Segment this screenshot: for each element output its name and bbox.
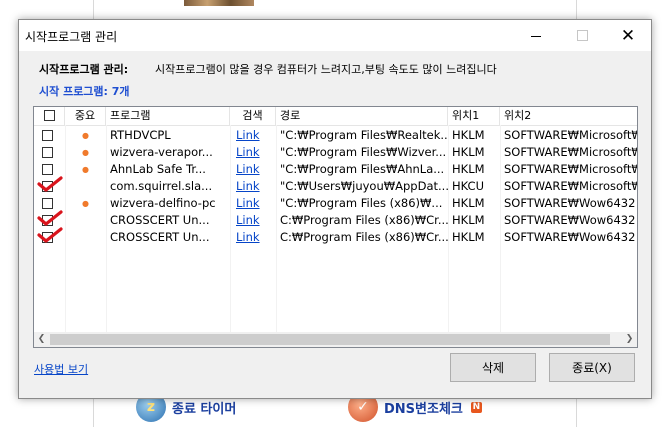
search-link[interactable]: Link	[230, 229, 276, 246]
window-close-button[interactable]: ✕	[605, 20, 651, 51]
dns-check-label: DNS변조체크	[384, 401, 463, 417]
table-row[interactable]: CROSSCERT Un... Link C:₩Program Files (x86…	[34, 227, 637, 246]
path-cell: "C:₩Users₩juyou₩AppDat...	[280, 179, 448, 193]
header-important[interactable]: 중요	[65, 107, 106, 125]
close-icon: ✕	[620, 25, 636, 46]
importance-dot-icon	[65, 212, 106, 229]
search-link[interactable]: Link	[230, 144, 276, 161]
importance-dot-icon: ●	[82, 131, 89, 140]
row-checkbox[interactable]	[42, 164, 53, 175]
location1-cell: HKLM	[452, 145, 485, 159]
location2-cell: SOFTWARE₩Microsoft₩	[504, 179, 638, 193]
location1-cell: HKLM	[452, 162, 485, 176]
path-cell: "C:₩Program Files₩Realtek...	[280, 128, 448, 142]
scroll-right-icon[interactable]: ❯	[622, 332, 637, 347]
window-title: 시작프로그램 관리	[25, 30, 118, 44]
program-name-cell: CROSSCERT Un...	[110, 230, 210, 244]
row-checkbox-cell[interactable]	[34, 227, 65, 246]
program-name-cell: AhnLab Safe Tr...	[110, 162, 206, 176]
row-checkbox-cell[interactable]	[34, 176, 65, 195]
row-checkbox[interactable]	[42, 147, 53, 158]
header-select-all[interactable]	[34, 107, 65, 125]
importance-dot-icon	[65, 178, 106, 195]
table-row[interactable]: ● wizvera-delfino-pc Link "C:₩Program Files…	[34, 195, 637, 212]
header-program[interactable]: 프로그램	[106, 107, 230, 125]
row-checkbox[interactable]	[42, 130, 53, 141]
location2-cell: SOFTWARE₩Wow6432	[504, 213, 636, 227]
minimize-button[interactable]	[513, 20, 559, 51]
maximize-button	[559, 20, 605, 51]
location2-cell: SOFTWARE₩Wow6432	[504, 230, 636, 244]
checkmark-icon	[37, 210, 63, 226]
usage-guide-link[interactable]: 사용법 보기	[34, 361, 88, 377]
header-search[interactable]: 검색	[230, 107, 276, 125]
select-all-checkbox[interactable]	[44, 110, 55, 121]
startup-program-list[interactable]: 중요 프로그램 검색 경로 위치1 위치2 ● RTHDVCPL Link "C:₩P…	[33, 106, 638, 348]
startup-count: 시작 프로그램: 7개	[39, 85, 130, 98]
path-cell: "C:₩Program Files₩Wizver...	[280, 145, 447, 159]
scroll-left-icon[interactable]: ❮	[34, 332, 49, 347]
description-row: 시작프로그램 관리: 시작프로그램이 많을 경우 컴퓨터가 느려지고,부팅 속도…	[39, 61, 497, 77]
program-name-cell: RTHDVCPL	[110, 128, 171, 142]
search-link[interactable]: Link	[230, 178, 276, 195]
location2-cell: SOFTWARE₩Wow6432	[504, 196, 636, 210]
description-label: 시작프로그램 관리:	[39, 63, 129, 76]
maximize-icon	[576, 30, 588, 41]
list-header: 중요 프로그램 검색 경로 위치1 위치2	[34, 107, 637, 126]
location1-cell: HKLM	[452, 213, 485, 227]
table-row[interactable]: CROSSCERT Un... Link C:₩Program Files (x86…	[34, 210, 637, 229]
description-text: 시작프로그램이 많을 경우 컴퓨터가 느려지고,부팅 속도도 많이 느려집니다	[155, 63, 497, 76]
path-cell: "C:₩Program Files (x86)₩...	[280, 196, 443, 210]
row-checkbox-cell[interactable]	[34, 127, 65, 144]
search-link[interactable]: Link	[230, 127, 276, 144]
location1-cell: HKLM	[452, 196, 485, 210]
header-location2[interactable]: 위치2	[500, 107, 637, 125]
scroll-thumb[interactable]	[50, 334, 610, 345]
table-row[interactable]: ● AhnLab Safe Tr... Link "C:₩Program Files₩…	[34, 161, 638, 178]
location2-cell: SOFTWARE₩Microsoft₩	[504, 128, 638, 142]
checkmark-icon	[37, 227, 63, 243]
program-name-cell: wizvera-delfino-pc	[110, 196, 216, 210]
importance-dot-icon: ●	[82, 199, 89, 208]
location1-cell: HKLM	[452, 128, 485, 142]
program-name-cell: com.squirrel.sla...	[110, 179, 213, 193]
location1-cell: HKCU	[452, 179, 485, 193]
row-checkbox-cell[interactable]	[34, 144, 65, 161]
location1-cell: HKLM	[452, 230, 485, 244]
table-row[interactable]: ● wizvera-verapor... Link "C:₩Program Files…	[34, 144, 638, 161]
startup-manager-dialog: 시작프로그램 관리 ✕ 시작프로그램 관리: 시작프로그램이 많을 경우 컴퓨터…	[18, 19, 652, 399]
table-row[interactable]: ● RTHDVCPL Link "C:₩Program Files₩Realtek..…	[34, 127, 638, 144]
location2-cell: SOFTWARE₩Microsoft₩	[504, 145, 638, 159]
location2-cell: SOFTWARE₩Microsoft₩	[504, 162, 638, 176]
close-button[interactable]: 종료(X)	[549, 353, 635, 382]
minimize-icon	[531, 36, 541, 37]
header-path[interactable]: 경로	[276, 107, 448, 125]
search-link[interactable]: Link	[230, 195, 276, 212]
importance-dot-icon: ●	[82, 165, 89, 174]
path-cell: "C:₩Program Files₩AhnLa...	[280, 162, 445, 176]
search-link[interactable]: Link	[230, 212, 276, 229]
path-cell: C:₩Program Files (x86)₩Cr...	[280, 213, 448, 227]
shutdown-timer-label: 종료 타이머	[172, 401, 237, 417]
checkmark-icon	[37, 176, 63, 192]
title-bar: 시작프로그램 관리 ✕	[19, 20, 651, 51]
background-banner-image	[184, 0, 254, 6]
table-row[interactable]: com.squirrel.sla... Link "C:₩Users₩juyou₩A…	[34, 176, 638, 195]
horizontal-scrollbar[interactable]: ❮ ❯	[34, 332, 637, 347]
program-name-cell: CROSSCERT Un...	[110, 213, 210, 227]
search-link[interactable]: Link	[230, 161, 276, 178]
row-checkbox[interactable]	[42, 198, 53, 209]
header-location1[interactable]: 위치1	[448, 107, 500, 125]
path-cell: C:₩Program Files (x86)₩Cr...	[280, 230, 448, 244]
program-name-cell: wizvera-verapor...	[110, 145, 213, 159]
new-badge: N	[470, 401, 482, 413]
importance-dot-icon: ●	[82, 148, 89, 157]
delete-button[interactable]: 삭제	[450, 353, 536, 382]
importance-dot-icon	[65, 229, 106, 246]
